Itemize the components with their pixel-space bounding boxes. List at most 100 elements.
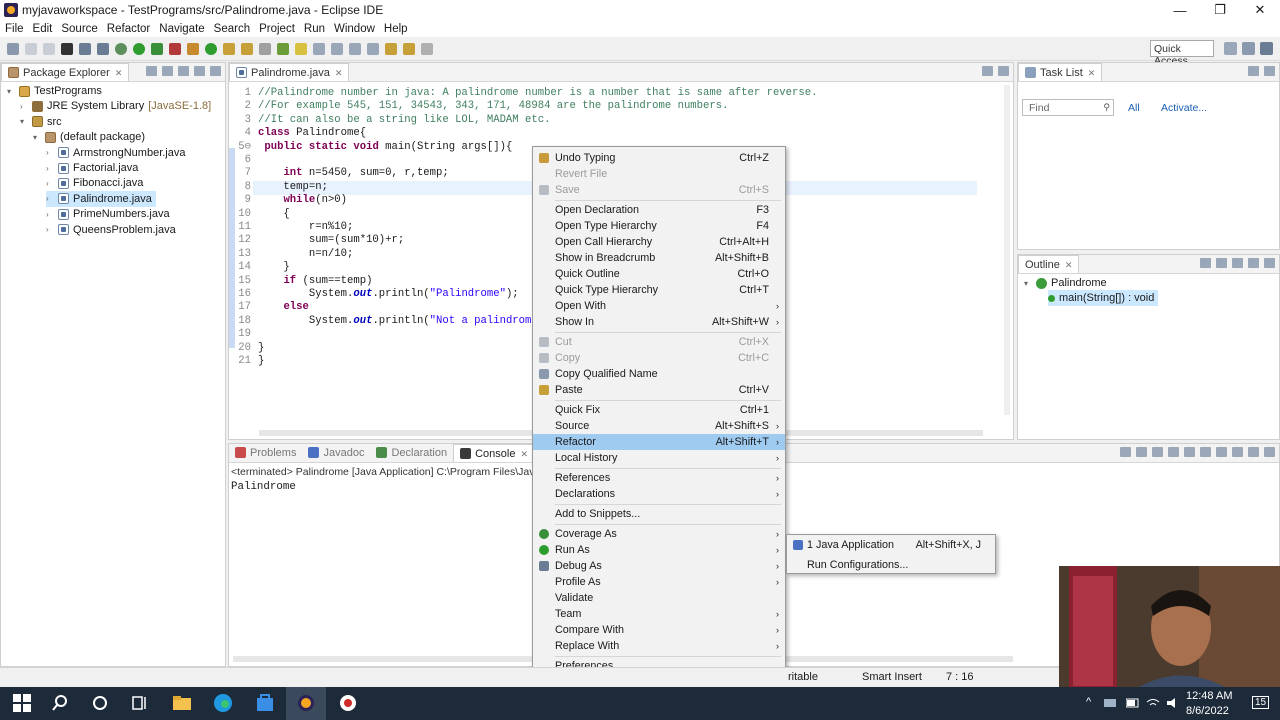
menu-edit[interactable]: Edit: [30, 23, 59, 35]
tree-item[interactable]: › Palindrome.java: [46, 190, 156, 207]
menu-item-compare-with[interactable]: Compare With ›: [533, 622, 785, 638]
menu-refactor[interactable]: Refactor: [104, 23, 156, 35]
search-icon[interactable]: [52, 693, 72, 713]
clock-date[interactable]: 8/6/2022: [1186, 705, 1229, 717]
edge-icon[interactable]: [213, 693, 233, 713]
chevron-right-icon[interactable]: ›: [46, 179, 55, 188]
back-icon[interactable]: [403, 42, 415, 55]
tree-item[interactable]: › ArmstrongNumber.java: [46, 145, 190, 161]
terminate-icon[interactable]: [1120, 447, 1131, 457]
maximize-view-icon[interactable]: [1264, 66, 1275, 76]
menu-item-show-in[interactable]: Show In Alt+Shift+W ›: [533, 314, 785, 330]
windows-start-icon[interactable]: [12, 693, 32, 713]
close-icon[interactable]: ✕: [1065, 260, 1073, 271]
menu-item-open-type-hierarchy[interactable]: Open Type Hierarchy F4: [533, 218, 785, 234]
menu-item-show-in-breadcrumb[interactable]: Show in Breadcrumb Alt+Shift+B: [533, 250, 785, 266]
whitespace-icon[interactable]: [331, 42, 343, 55]
sort-icon[interactable]: [1200, 258, 1211, 268]
maximize-button[interactable]: ❐: [1200, 0, 1240, 20]
tree-item[interactable]: › JRE System Library [JavaSE-1.8]: [20, 98, 215, 114]
menu-item-quick-fix[interactable]: Quick Fix Ctrl+1: [533, 402, 785, 418]
menu-item-java-application[interactable]: 1 Java Application Alt+Shift+X, J: [787, 536, 995, 554]
minimize-view-icon[interactable]: [194, 66, 205, 76]
maximize-view-icon[interactable]: [1264, 447, 1275, 457]
open-perspective-icon[interactable]: [1224, 42, 1237, 55]
activate-link[interactable]: Activate...: [1161, 102, 1207, 114]
screen-recorder-icon[interactable]: [338, 693, 358, 713]
menu-item-cut[interactable]: Cut Ctrl+X: [533, 334, 785, 350]
chevron-down-icon[interactable]: ▾: [20, 117, 29, 126]
chevron-down-icon[interactable]: ▾: [7, 87, 16, 96]
terminal-icon[interactable]: [79, 42, 91, 55]
chevron-right-icon[interactable]: ›: [46, 225, 55, 234]
chevron-right-icon[interactable]: ›: [46, 210, 55, 219]
vertical-scrollbar[interactable]: [1004, 85, 1010, 415]
menu-item-save[interactable]: Save Ctrl+S: [533, 182, 785, 198]
menu-item-references[interactable]: References ›: [533, 470, 785, 486]
menu-item-open-declaration[interactable]: Open Declaration F3: [533, 202, 785, 218]
menu-item-paste[interactable]: Paste Ctrl+V: [533, 382, 785, 398]
minimize-button[interactable]: —: [1160, 0, 1200, 20]
menu-item-copy-qualified-name[interactable]: Copy Qualified Name: [533, 366, 785, 382]
tab-declaration[interactable]: Declaration: [370, 444, 453, 462]
open-console-icon[interactable]: [1232, 447, 1243, 457]
minimize-view-icon[interactable]: [1248, 66, 1259, 76]
menu-item-add-to-snippets[interactable]: Add to Snippets...: [533, 506, 785, 522]
menu-item-team[interactable]: Team ›: [533, 606, 785, 622]
menu-item-replace-with[interactable]: Replace With ›: [533, 638, 785, 654]
close-button[interactable]: ✕: [1240, 0, 1280, 20]
coverage-icon[interactable]: [151, 42, 163, 55]
prev-annotation-icon[interactable]: [367, 42, 379, 55]
chevron-up-icon[interactable]: ^: [1086, 696, 1091, 708]
wifi-icon[interactable]: [1146, 697, 1160, 709]
outline-method-row[interactable]: main(String[]) : void: [1048, 290, 1159, 306]
network-icon[interactable]: [1104, 697, 1118, 709]
chevron-right-icon[interactable]: ›: [46, 148, 55, 157]
menu-item-run-as[interactable]: Run As ›: [533, 542, 785, 558]
menu-item-quick-outline[interactable]: Quick Outline Ctrl+O: [533, 266, 785, 282]
volume-icon[interactable]: [1166, 697, 1180, 709]
tab-task-list[interactable]: Task List ✕: [1018, 63, 1103, 81]
menu-project[interactable]: Project: [256, 23, 301, 35]
java-perspective-icon[interactable]: [1260, 42, 1273, 55]
new-class-icon[interactable]: [223, 42, 235, 55]
menu-item-copy[interactable]: Copy Ctrl+C: [533, 350, 785, 366]
view-menu-icon[interactable]: [178, 66, 189, 76]
notifications-badge[interactable]: 15: [1252, 696, 1270, 709]
save-icon[interactable]: [25, 42, 37, 55]
menu-file[interactable]: File: [2, 23, 30, 35]
menu-source[interactable]: Source: [58, 23, 103, 35]
mark-occurrences-icon[interactable]: [295, 42, 307, 55]
close-icon[interactable]: ✕: [1088, 68, 1096, 79]
tab-problems[interactable]: Problems: [229, 444, 302, 462]
chevron-right-icon[interactable]: ›: [20, 102, 29, 111]
pin-console-icon[interactable]: [1200, 447, 1211, 457]
menu-window[interactable]: Window: [331, 23, 381, 35]
next-annotation-icon[interactable]: [349, 42, 361, 55]
external-tools-icon[interactable]: [169, 42, 181, 55]
tab-package-explorer[interactable]: Package Explorer ✕: [1, 63, 130, 81]
menu-item-open-with[interactable]: Open With ›: [533, 298, 785, 314]
collapse-all-icon[interactable]: [146, 66, 157, 76]
menu-item-debug-as[interactable]: Debug As ›: [533, 558, 785, 574]
maximize-view-icon[interactable]: [210, 66, 221, 76]
remove-all-icon[interactable]: [1152, 447, 1163, 457]
new-icon[interactable]: [7, 42, 19, 55]
menu-navigate[interactable]: Navigate: [156, 23, 210, 35]
battery-icon[interactable]: [1126, 697, 1140, 709]
minimize-view-icon[interactable]: [1248, 258, 1259, 268]
console-output[interactable]: Palindrome: [231, 481, 296, 493]
menu-search[interactable]: Search: [211, 23, 256, 35]
menu-item-refactor[interactable]: Refactor Alt+Shift+T ›: [533, 434, 785, 450]
tab-outline[interactable]: Outline ✕: [1018, 255, 1080, 273]
chevron-right-icon[interactable]: ›: [46, 164, 55, 173]
outline-class-row[interactable]: ▾ Palindrome: [1024, 275, 1107, 291]
last-edit-icon[interactable]: [385, 42, 397, 55]
tab-console[interactable]: Console ✕: [453, 444, 535, 462]
menu-item-open-call-hierarchy[interactable]: Open Call Hierarchy Ctrl+Alt+H: [533, 234, 785, 250]
maximize-view-icon[interactable]: [998, 66, 1009, 76]
tree-item[interactable]: › QueensProblem.java: [46, 222, 180, 238]
java-ee-perspective-icon[interactable]: [1242, 42, 1255, 55]
menu-help[interactable]: Help: [381, 23, 414, 35]
tree-item[interactable]: ▾ (default package): [33, 129, 149, 145]
